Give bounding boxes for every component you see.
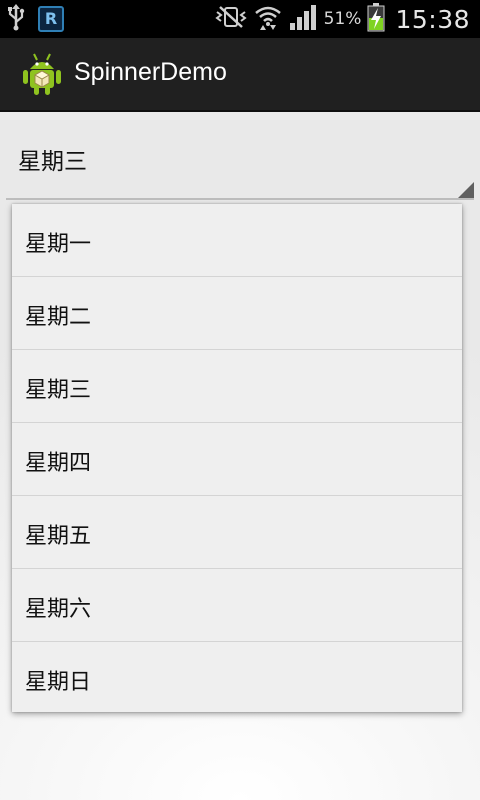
dropdown-item-friday[interactable]: 星期五 (12, 496, 462, 569)
r-app-icon: R (38, 6, 64, 32)
dropdown-item-label: 星期三 (25, 378, 92, 403)
dropdown-item-label: 星期日 (25, 670, 92, 695)
dropdown-item-wednesday[interactable]: 星期三 (12, 350, 462, 423)
dropdown-item-label: 星期四 (25, 451, 92, 476)
android-robot-icon[interactable] (22, 52, 62, 96)
battery-percent: 51% (323, 9, 362, 29)
signal-icon (288, 3, 318, 35)
day-spinner[interactable]: 星期三 (6, 112, 474, 200)
dropdown-item-tuesday[interactable]: 星期二 (12, 277, 462, 350)
dropdown-item-label: 星期二 (25, 305, 92, 330)
dropdown-item-saturday[interactable]: 星期六 (12, 569, 462, 642)
battery-charging-icon (367, 2, 385, 36)
usb-icon (6, 3, 26, 35)
action-bar: SpinnerDemo (0, 38, 480, 112)
dropdown-item-monday[interactable]: 星期一 (12, 204, 462, 277)
spinner-dropdown-list: 星期一 星期二 星期三 星期四 星期五 星期六 星期日 (12, 204, 462, 712)
spinner-selected-value: 星期三 (18, 149, 87, 175)
wifi-icon (254, 3, 282, 35)
mute-vibrate-icon (214, 4, 248, 34)
dropdown-item-label: 星期一 (25, 232, 92, 257)
dropdown-item-label: 星期五 (25, 524, 92, 549)
spinner-dropdown-arrow-icon (458, 182, 474, 198)
status-bar: R 51% 15:38 (0, 0, 480, 38)
dropdown-item-thursday[interactable]: 星期四 (12, 423, 462, 496)
app-title: SpinnerDemo (74, 58, 227, 86)
clock: 15:38 (395, 4, 470, 34)
dropdown-item-sunday[interactable]: 星期日 (12, 642, 462, 714)
dropdown-item-label: 星期六 (25, 597, 92, 622)
